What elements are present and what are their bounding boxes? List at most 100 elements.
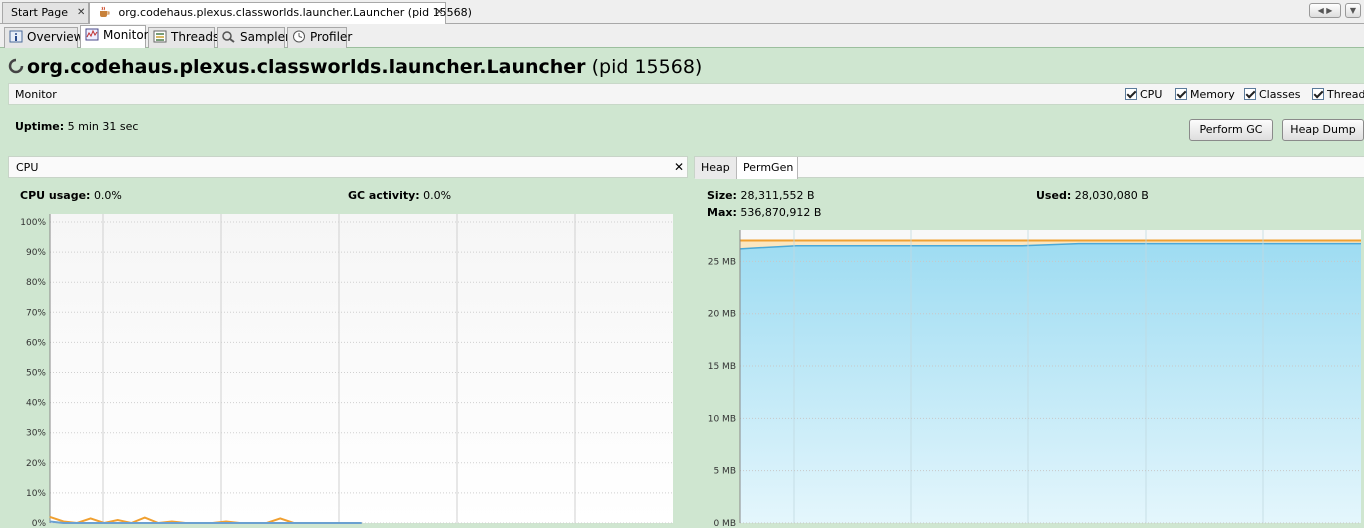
tab-label: Sampler	[240, 30, 290, 44]
cpu-data-point	[347, 522, 349, 524]
cpu-y-tick-label: 30%	[26, 429, 46, 439]
uptime: Uptime: 5 min 31 sec	[15, 120, 138, 133]
size-stat: Size: 28,311,552 B	[707, 189, 815, 202]
monitor-options-bar: Monitor CPU Memory Classes Threads	[8, 83, 1364, 105]
doc-tab-launcher[interactable]: org.codehaus.plexus.classworlds.launcher…	[89, 2, 472, 24]
cpu-data-point	[266, 522, 268, 524]
checkbox-label: Classes	[1259, 88, 1301, 101]
cpu-usage-stat: CPU usage: 0.0%	[20, 189, 122, 202]
cpu-data-point	[144, 516, 146, 519]
heap-dump-button[interactable]: Heap Dump	[1282, 119, 1364, 141]
tab-sampler[interactable]: Sampler	[217, 27, 290, 48]
tab-overview[interactable]: Overview	[4, 27, 84, 48]
permgen-y-tick-label: 25 MB	[708, 257, 736, 267]
cpu-data-point	[184, 522, 187, 524]
cpu-data-point	[360, 522, 363, 524]
close-icon[interactable]: ✕	[435, 7, 443, 18]
permgen-y-tick-label: 5 MB	[713, 467, 736, 477]
cpu-y-tick-label: 50%	[26, 369, 46, 379]
size-label: Size:	[707, 189, 737, 202]
checkbox-checked-icon	[1312, 88, 1324, 100]
cpu-data-point	[62, 520, 65, 523]
checkbox-memory[interactable]: Memory	[1175, 88, 1235, 101]
cpu-y-tick-label: 80%	[26, 278, 46, 288]
sampler-icon	[222, 31, 235, 43]
info-icon	[9, 30, 23, 43]
used-label: Used:	[1036, 189, 1072, 202]
cpu-data-point	[198, 522, 200, 524]
used-stat: Used: 28,030,080 B	[1036, 189, 1149, 202]
cpu-plot-area	[50, 214, 673, 523]
cpu-data-point	[103, 522, 105, 524]
cpu-data-point	[76, 522, 78, 524]
view-tab-bar: Overview Monitor Threads Sampler Profile…	[0, 24, 1364, 48]
close-icon[interactable]: ✕	[77, 7, 85, 18]
checkbox-checked-icon	[1175, 88, 1187, 100]
checkbox-classes[interactable]: Classes	[1244, 88, 1300, 101]
permgen-y-tick-label: 20 MB	[708, 310, 736, 320]
checkbox-label: Threads	[1327, 88, 1364, 101]
tab-label: Monitor	[103, 28, 149, 42]
tab-permgen[interactable]: PermGen	[737, 157, 798, 179]
cpu-y-tick-label: 70%	[26, 308, 46, 318]
cpu-data-point	[90, 522, 92, 524]
tab-profiler[interactable]: Profiler	[287, 27, 352, 48]
cpu-data-point	[225, 520, 227, 523]
cpu-data-point	[144, 522, 146, 524]
used-value: 28,030,080 B	[1074, 189, 1149, 202]
loading-spinner-icon	[8, 58, 24, 74]
gc-activity-stat: GC activity: 0.0%	[348, 189, 451, 202]
size-value: 28,311,552 B	[740, 189, 815, 202]
checkbox-label: Memory	[1190, 88, 1235, 101]
cpu-data-point	[157, 522, 159, 524]
document-tab-bar: Start Page ✕ org.codehaus.plexus.classwo…	[0, 0, 1364, 24]
tab-threads[interactable]: Threads	[148, 27, 219, 48]
pid-label: (pid 15568)	[591, 56, 703, 78]
cpu-data-point	[279, 517, 281, 520]
close-icon[interactable]: ✕	[674, 160, 684, 174]
tab-list-dropdown-icon[interactable]: ▼	[1345, 3, 1361, 18]
page-title: org.codehaus.plexus.classworlds.launcher…	[8, 56, 702, 78]
gc-activity-label: GC activity:	[348, 189, 420, 202]
cpu-data-point	[320, 522, 322, 524]
tab-label: Overview	[27, 30, 84, 44]
checkbox-threads[interactable]: Threads	[1312, 88, 1364, 101]
permgen-y-tick-label: 0 MB	[713, 519, 736, 528]
cpu-chart: 100% 90% 80% 70% 60% 50% 40% 30% 20% 10% 0%	[20, 214, 673, 528]
java-cup-icon	[100, 6, 110, 17]
cpu-panel-title: CPU	[16, 161, 39, 174]
permgen-chart: 25 MB 20 MB 15 MB 10 MB 5 MB 0 MB	[708, 230, 1361, 528]
cpu-y-tick-label: 0%	[32, 519, 47, 528]
max-stat: Max: 536,870,912 B	[707, 206, 821, 219]
cpu-y-tick-label: 40%	[26, 399, 46, 409]
cpu-data-point	[333, 522, 336, 524]
permgen-used-area	[740, 243, 1361, 523]
memory-panel-header: Heap PermGen	[694, 156, 1364, 179]
cpu-data-point	[130, 522, 132, 524]
checkbox-label: CPU	[1140, 88, 1163, 101]
cpu-y-tick-label: 20%	[26, 459, 46, 469]
tab-label: Profiler	[310, 30, 353, 44]
cpu-y-tick-label: 60%	[26, 338, 46, 348]
tab-monitor[interactable]: Monitor	[80, 25, 149, 48]
checkbox-cpu[interactable]: CPU	[1125, 88, 1162, 101]
doc-tab-start-page[interactable]: Start Page ✕	[2, 2, 89, 23]
cpu-data-point	[239, 522, 241, 524]
tab-scroll-buttons[interactable]: ◀ ▶	[1309, 3, 1341, 18]
uptime-label: Uptime:	[15, 120, 65, 133]
permgen-y-tick-label: 15 MB	[708, 362, 736, 372]
monitor-icon	[85, 28, 99, 41]
checkbox-checked-icon	[1244, 88, 1256, 100]
cpu-y-tick-label: 10%	[26, 489, 46, 499]
profiler-icon	[293, 30, 305, 43]
perform-gc-button[interactable]: Perform GC	[1189, 119, 1273, 141]
cpu-data-point	[225, 522, 227, 524]
gc-activity-value: 0.0%	[423, 189, 452, 202]
threads-icon	[153, 30, 167, 43]
max-label: Max:	[707, 206, 737, 219]
cpu-data-point	[211, 522, 214, 524]
cpu-data-point	[279, 522, 281, 524]
tab-heap[interactable]: Heap	[695, 157, 737, 179]
cpu-data-point	[49, 516, 51, 518]
cpu-panel-header: CPU ✕	[8, 156, 688, 178]
